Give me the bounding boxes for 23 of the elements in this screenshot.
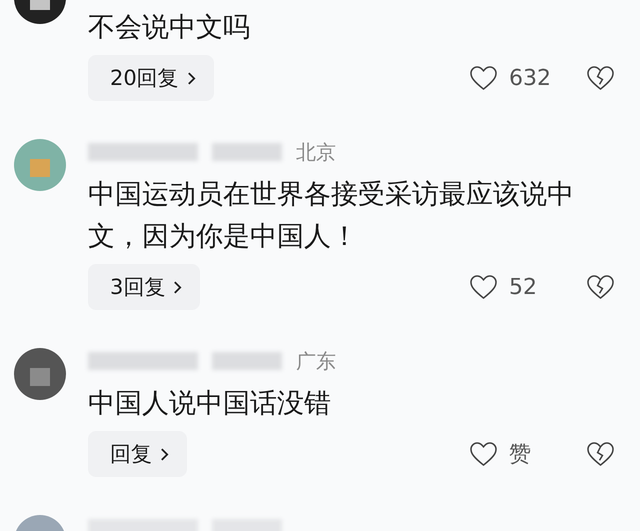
comment-text: 中国运动员在世界各接受采访最应该说中文，因为你是中国人！ bbox=[88, 178, 575, 254]
chevron-icon bbox=[173, 280, 182, 294]
replies-button[interactable]: 回复 bbox=[88, 431, 187, 477]
comment-location: 北京 bbox=[296, 138, 336, 166]
comment-location: 广东 bbox=[296, 348, 336, 374]
heart-icon bbox=[470, 274, 497, 300]
blurred-name bbox=[212, 352, 282, 370]
chevron-icon bbox=[160, 446, 169, 462]
heart-icon bbox=[470, 442, 497, 466]
heart-icon bbox=[470, 66, 497, 90]
like-button[interactable]: 赞 bbox=[456, 439, 531, 469]
like-button[interactable]: 632 bbox=[456, 66, 551, 90]
like-button[interactable]: 52 bbox=[456, 274, 537, 300]
comment-text: 不会说中文吗 bbox=[88, 11, 251, 45]
replies-button[interactable]: 3回复 bbox=[88, 264, 200, 310]
blurred-name bbox=[212, 143, 282, 161]
dislike-button[interactable] bbox=[586, 442, 614, 466]
avatar[interactable] bbox=[14, 348, 66, 400]
replies-button[interactable]: 20回复 bbox=[88, 55, 214, 101]
dislike-button[interactable] bbox=[586, 274, 614, 300]
chevron-icon bbox=[186, 70, 196, 86]
comment-text: 中国人说中国话没错 bbox=[88, 387, 332, 421]
dislike-button[interactable] bbox=[586, 66, 614, 90]
